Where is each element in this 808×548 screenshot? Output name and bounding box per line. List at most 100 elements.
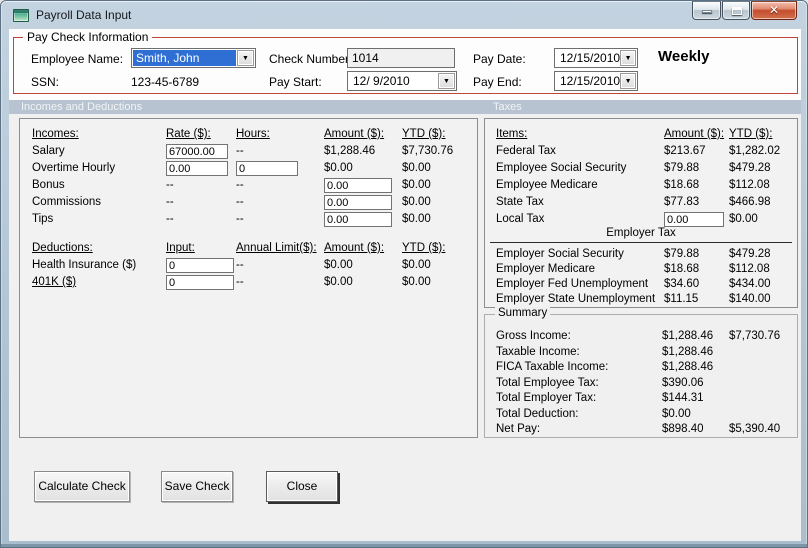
bonus-input-2[interactable] — [324, 178, 392, 193]
close-window-button[interactable]: ✕ — [751, 1, 797, 20]
row-label: Commissions — [32, 196, 102, 208]
cell-value: $79.88 — [664, 162, 700, 174]
column-header: Amount ($): — [664, 128, 725, 140]
close-button[interactable]: Close — [266, 471, 338, 502]
summary-legend: Summary — [495, 307, 551, 319]
cell-value: $1,288.46 — [324, 145, 376, 157]
ssn-value: 123-45-6789 — [131, 75, 200, 89]
overtime-hourly-input-1[interactable] — [236, 161, 298, 176]
cell-value: $0.00 — [402, 259, 431, 271]
ytd-value — [729, 376, 796, 393]
row-label: Employee Medicare — [496, 179, 598, 191]
table-row: 401K ($) -- $0.00 $0.00 — [20, 275, 476, 292]
row-label: Local Tax — [496, 213, 545, 225]
check-number-field[interactable] — [347, 48, 455, 68]
employee-name-label: Employee Name: — [31, 52, 124, 66]
column-header: Input: — [166, 242, 195, 254]
row-label: Total Employee Tax: — [496, 376, 599, 389]
table-row: Employee Social Security $79.88 $479.28 — [485, 161, 796, 178]
row-label: Gross Income: — [496, 330, 571, 342]
cell-value: $0.00 — [324, 276, 353, 288]
amount-value: $1,288.46 — [662, 345, 714, 358]
row-label: Total Employer Tax: — [496, 392, 597, 404]
ytd-value: $7,730.76 — [729, 330, 781, 342]
pay-date-label: Pay Date: — [473, 52, 526, 66]
table-row: Bonus -- -- $0.00 — [20, 178, 476, 195]
chevron-down-icon[interactable]: ▼ — [438, 73, 455, 89]
cell-value: $11.15 — [664, 293, 699, 305]
table-row: Net Pay: $898.40 $5,390.40 — [485, 422, 796, 439]
chevron-down-icon[interactable]: ▼ — [237, 50, 254, 66]
window-title: Payroll Data Input — [36, 8, 132, 22]
column-header: Hours: — [236, 128, 270, 140]
table-row: Federal Tax $213.67 $1,282.02 — [485, 144, 796, 161]
column-header: YTD ($): — [402, 128, 446, 140]
row-label: Bonus — [32, 179, 65, 191]
table-row: Salary -- $1,288.46 $7,730.76 — [20, 144, 476, 161]
cell-value: $7,730.76 — [402, 145, 454, 157]
chevron-down-icon[interactable]: ▼ — [620, 73, 636, 89]
row-label: Salary — [32, 145, 65, 157]
cell-value: $0.00 — [402, 196, 431, 208]
ytd-value — [729, 360, 796, 377]
ytd-value — [729, 391, 796, 408]
pay-frequency-label: Weekly — [658, 48, 710, 65]
chevron-down-icon[interactable]: ▼ — [620, 50, 636, 66]
commissions-input-2[interactable] — [324, 195, 392, 210]
cell-value: $0.00 — [402, 276, 431, 288]
table-row: Total Deduction: $0.00 — [485, 407, 796, 424]
pay-date-picker[interactable]: 12/15/2010 ▼ — [554, 48, 638, 68]
cell-value: $0.00 — [324, 259, 353, 271]
column-header: YTD ($): — [402, 242, 446, 254]
table-row: Total Employer Tax: $144.31 — [485, 391, 796, 408]
row-label: Employee Social Security — [496, 162, 627, 174]
cell-value: $112.08 — [729, 179, 770, 191]
ssn-label: SSN: — [31, 75, 60, 89]
cell-value: -- — [166, 213, 174, 225]
save-check-button[interactable]: Save Check — [161, 471, 233, 502]
calculate-check-button[interactable]: Calculate Check — [34, 471, 130, 502]
taxes-header-row: Items: Amount ($): YTD ($): — [485, 127, 796, 144]
employee-name-select[interactable]: Smith, John ▼ — [131, 48, 256, 68]
overtime-hourly-input-0[interactable] — [166, 161, 228, 176]
cell-value: $479.28 — [729, 162, 771, 174]
cell-value: $0.00 — [402, 162, 431, 174]
deductions-header-row: Deductions: Input: Annual Limit($): Amount … — [20, 241, 476, 258]
amount-value: $390.06 — [662, 376, 704, 389]
summary-panel: Summary Gross Income: $1,288.46 $7,730.76 T… — [484, 307, 798, 439]
column-header: Deductions: — [32, 242, 93, 254]
pay-start-picker[interactable]: 12/ 9/2010 ▼ — [347, 71, 457, 91]
cell-value: -- — [236, 276, 244, 288]
table-row: Tips -- -- $0.00 — [20, 212, 476, 229]
maximize-button[interactable] — [722, 1, 750, 20]
minimize-button[interactable] — [692, 1, 721, 20]
cell-value: -- — [166, 196, 174, 208]
salary-input-0[interactable] — [166, 144, 228, 159]
cell-value: -- — [236, 213, 244, 225]
pay-start-label: Pay Start: — [269, 75, 322, 89]
pay-end-picker[interactable]: 12/15/2010 ▼ — [554, 71, 638, 91]
row-label: Total Deduction: — [496, 407, 579, 420]
check-number-label: Check Number: — [269, 52, 353, 66]
taxes-section-title: Taxes — [493, 101, 522, 113]
amount-value: $0.00 — [662, 407, 691, 420]
pay-date-value: 12/15/2010 — [560, 51, 621, 65]
title-bar[interactable]: Payroll Data Input ✕ — [1, 1, 807, 29]
table-row: Total Employee Tax: $390.06 — [485, 376, 796, 393]
pay-end-value: 12/15/2010 — [560, 74, 621, 88]
cell-value: $77.83 — [664, 196, 700, 208]
column-header: Amount ($): — [324, 128, 385, 140]
table-row: State Tax $77.83 $466.98 — [485, 195, 796, 212]
table-row: Health Insurance ($) -- $0.00 $0.00 — [20, 258, 476, 275]
column-header: Rate ($): — [166, 128, 211, 140]
local-tax-input-0[interactable] — [664, 212, 724, 227]
401k-input-0[interactable] — [166, 275, 234, 290]
row-label: Taxable Income: — [496, 345, 580, 358]
tips-input-2[interactable] — [324, 212, 392, 227]
row-label: Net Pay: — [496, 423, 541, 435]
cell-value: $466.98 — [729, 196, 771, 208]
row-label: State Tax — [496, 196, 544, 208]
health-insurance-input-0[interactable] — [166, 258, 234, 273]
row-label: Health Insurance ($) — [32, 259, 137, 271]
employer-tax-divider — [490, 242, 792, 243]
